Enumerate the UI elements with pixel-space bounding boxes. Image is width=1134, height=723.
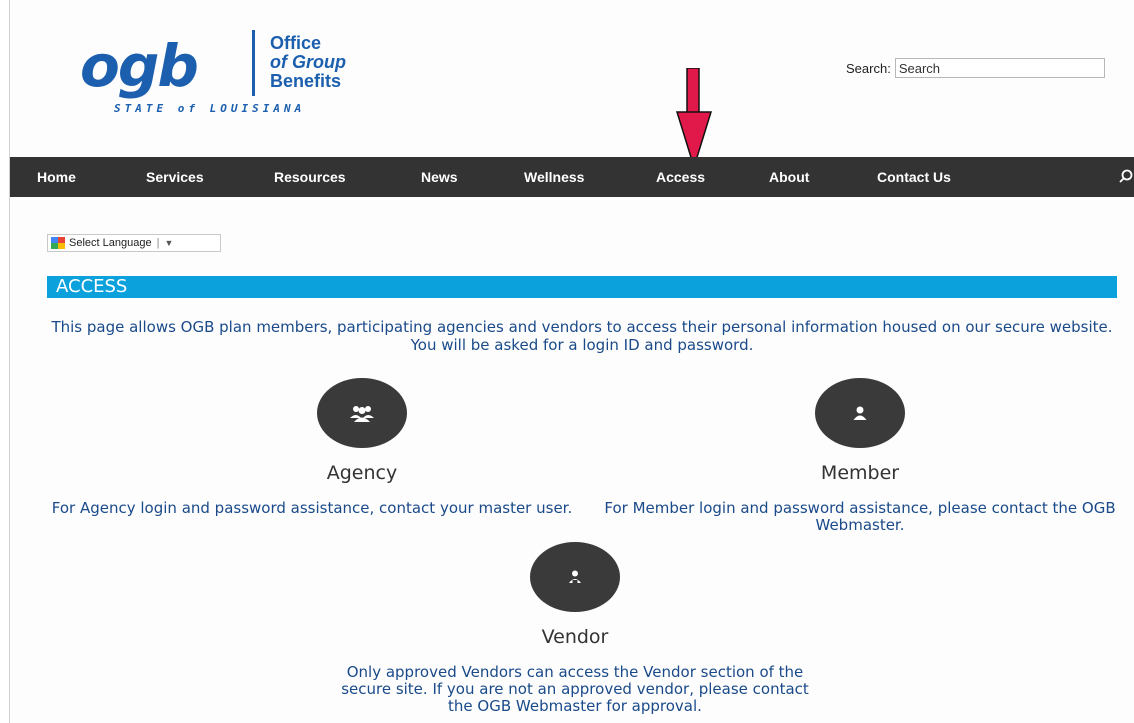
page-frame: ogb Office of Group Benefits STATE of LO… xyxy=(9,0,1134,723)
logo-line-2: of Group xyxy=(270,52,346,72)
agency-description: For Agency login and password assistance… xyxy=(51,499,573,517)
vendor-card[interactable]: Vendor xyxy=(420,542,730,648)
nav-item-news[interactable]: News xyxy=(421,169,458,185)
chevron-down-icon: ▼ xyxy=(164,238,174,248)
intro-text: This page allows OGB plan members, parti… xyxy=(51,318,1113,354)
nav-item-contact-us[interactable]: Contact Us xyxy=(877,169,951,185)
member-description: For Member login and password assistance… xyxy=(604,499,1116,534)
group-icon xyxy=(350,406,374,422)
main-nav: Home Services Resources News Wellness Ac… xyxy=(10,157,1134,197)
red-arrow-annotation xyxy=(675,68,713,168)
google-translate-icon xyxy=(51,237,65,249)
member-circle[interactable] xyxy=(815,378,905,448)
search-input[interactable] xyxy=(894,58,1105,78)
search-area: Search: xyxy=(846,58,1105,78)
language-select[interactable]: Select Language | ▼ xyxy=(47,234,221,252)
nav-item-wellness[interactable]: Wellness xyxy=(524,169,584,185)
search-label: Search: xyxy=(846,60,891,76)
agency-title: Agency xyxy=(326,462,398,484)
language-select-separator: | xyxy=(156,237,160,249)
member-card[interactable]: Member xyxy=(705,378,1015,484)
agency-circle[interactable] xyxy=(317,378,407,448)
nav-item-services[interactable]: Services xyxy=(146,169,204,185)
logo-tagline: STATE of LOUISIANA xyxy=(114,102,306,115)
logo-mark: ogb xyxy=(80,32,199,100)
vendor-circle[interactable] xyxy=(530,542,620,612)
vendor-icon xyxy=(569,570,581,583)
user-icon xyxy=(853,406,867,420)
nav-item-about[interactable]: About xyxy=(769,169,809,185)
vendor-description: Only approved Vendors can access the Ven… xyxy=(341,663,809,715)
logo-line-1: Office xyxy=(270,33,322,53)
nav-item-resources[interactable]: Resources xyxy=(274,169,346,185)
member-title: Member xyxy=(820,462,900,484)
language-select-label: Select Language xyxy=(69,237,152,249)
ogb-logo[interactable]: ogb Office of Group Benefits STATE of LO… xyxy=(80,28,380,128)
section-title-bar: ACCESS xyxy=(47,276,1117,298)
vendor-title: Vendor xyxy=(541,626,609,648)
nav-item-access[interactable]: Access xyxy=(656,169,705,185)
search-icon[interactable] xyxy=(1119,169,1133,183)
logo-line-3: Benefits xyxy=(270,71,342,91)
logo-divider xyxy=(252,30,255,96)
logo-text: Office of Group Benefits xyxy=(270,34,346,91)
agency-card[interactable]: Agency xyxy=(207,378,517,484)
nav-item-home[interactable]: Home xyxy=(37,169,76,185)
